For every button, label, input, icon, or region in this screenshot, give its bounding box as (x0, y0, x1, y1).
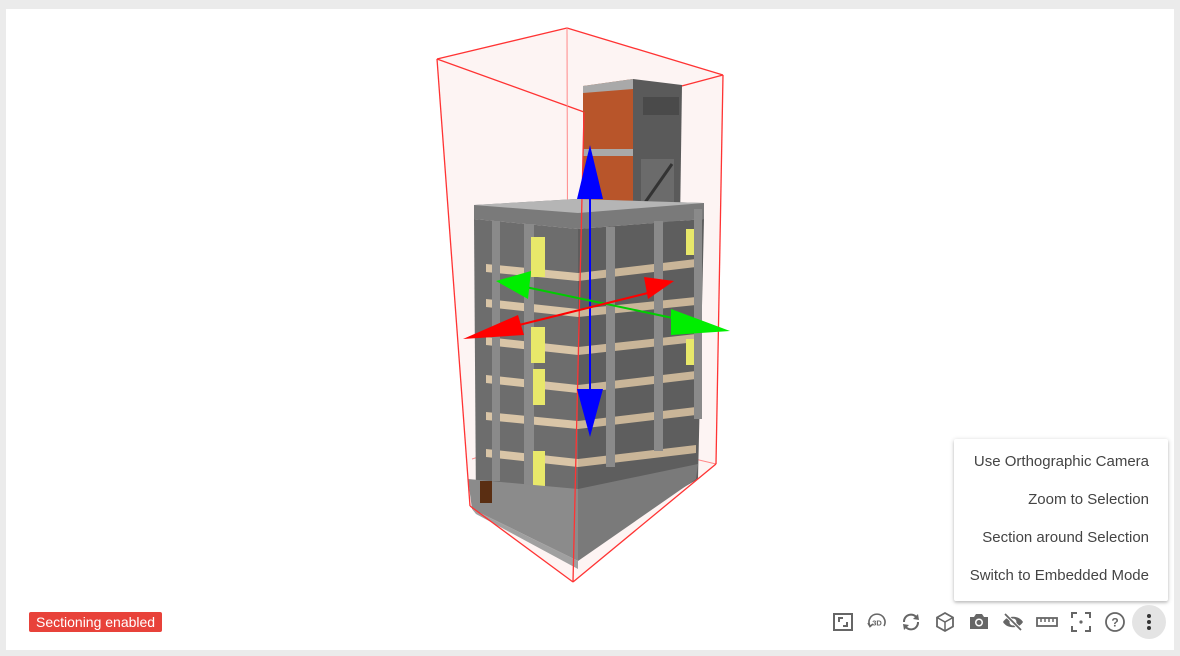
svg-text:?: ? (1111, 616, 1118, 630)
measure-button[interactable] (1030, 605, 1064, 639)
screenshot-button[interactable] (962, 605, 996, 639)
menu-item-zoom-to-selection[interactable]: Zoom to Selection (954, 481, 1168, 519)
more-menu-icon (1147, 614, 1151, 630)
more-menu-button[interactable] (1132, 605, 1166, 639)
orbit-icon (903, 613, 919, 631)
menu-item-embedded-mode[interactable]: Switch to Embedded Mode (954, 557, 1168, 595)
section-box-button[interactable] (1064, 605, 1098, 639)
svg-text:3D: 3D (872, 619, 882, 628)
viewer-toolbar: 3D ? (826, 605, 1166, 639)
3d-view-button[interactable]: 3D (860, 605, 894, 639)
hide-button[interactable] (996, 605, 1030, 639)
camera-icon (970, 614, 988, 629)
cube-button[interactable] (928, 605, 962, 639)
fit-view-button[interactable] (826, 605, 860, 639)
help-button[interactable]: ? (1098, 605, 1132, 639)
3d-viewport[interactable]: Sectioning enabled Use Orthographic Came… (6, 9, 1174, 650)
orbit-button[interactable] (894, 605, 928, 639)
3d-view-icon: 3D (867, 613, 886, 628)
measure-ruler-icon (1036, 617, 1058, 627)
sectioning-status-badge: Sectioning enabled (29, 612, 163, 632)
menu-item-orthographic-camera[interactable]: Use Orthographic Camera (954, 443, 1168, 481)
fit-view-icon (833, 613, 853, 631)
help-icon: ? (1105, 612, 1125, 632)
hide-icon (1003, 612, 1023, 632)
cube-icon (936, 611, 954, 633)
section-box-icon (1071, 612, 1091, 632)
more-options-menu: Use Orthographic Camera Zoom to Selectio… (954, 439, 1168, 601)
menu-item-section-around-selection[interactable]: Section around Selection (954, 519, 1168, 557)
